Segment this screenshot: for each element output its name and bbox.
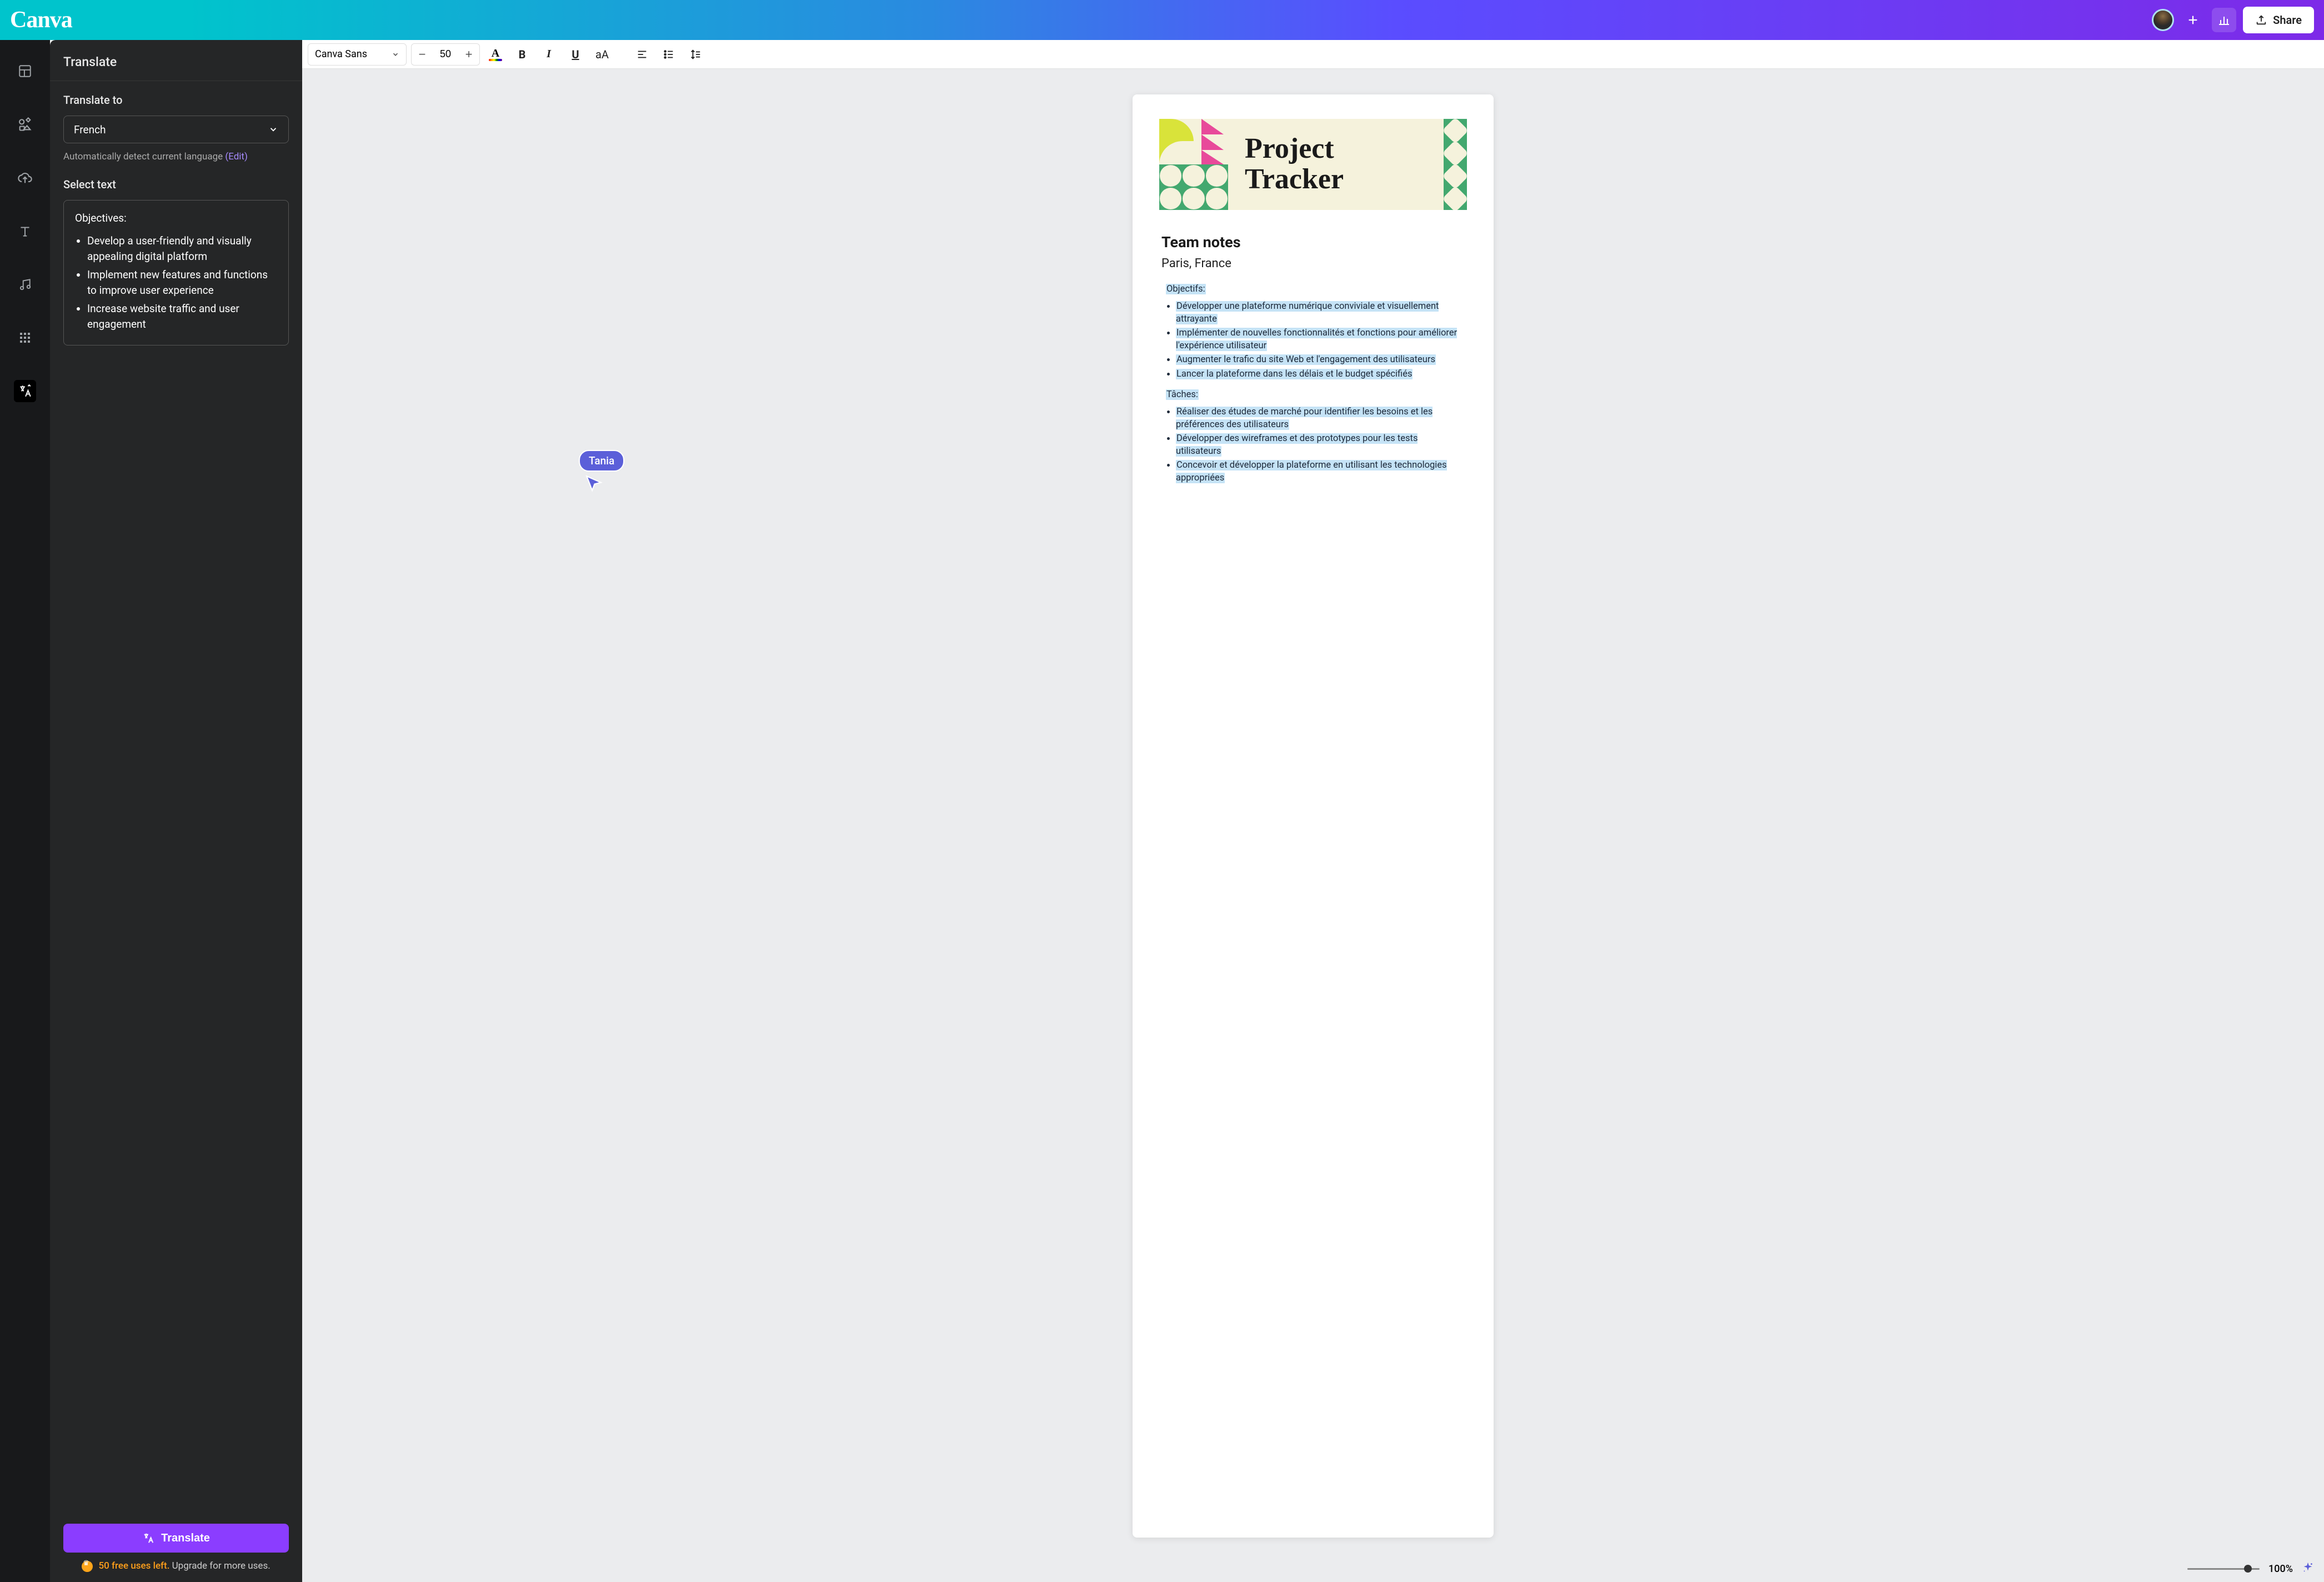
document-page[interactable]: ProjectTracker Team notes Paris, France … [1133,94,1494,1538]
top-nav-bar: Canva Share [0,0,2324,40]
autodetect-edit-link[interactable]: (Edit) [225,151,248,162]
analytics-button[interactable] [2212,8,2236,32]
objective-item: Augmenter le trafic du site Web et l'eng… [1176,353,1460,366]
language-selected-value: French [74,123,106,136]
autodetect-text: Automatically detect current language (E… [63,151,289,162]
rail-translate[interactable] [14,380,36,402]
text-toolbar: Canva Sans − + A B I U aA [302,40,2324,69]
font-size-input[interactable] [433,44,458,65]
free-uses-count: 50 free uses left. [98,1560,169,1571]
translate-button[interactable]: Translate [63,1524,289,1553]
translate-panel: Translate Translate to French Automatica… [50,40,302,1582]
collaborator-cursor: Tania [579,450,624,493]
translate-to-label: Translate to [63,93,289,107]
select-text-label: Select text [63,178,289,191]
upgrade-link[interactable]: Upgrade for more uses. [172,1560,271,1571]
bullet-list-icon [663,48,675,61]
tasks-heading: Tâches: [1166,389,1199,400]
font-family-value: Canva Sans [315,48,367,60]
panel-title: Translate [50,40,302,81]
bold-button[interactable]: B [511,43,533,66]
list-button[interactable] [658,43,680,66]
zoom-control: 100% [2187,1561,2314,1576]
source-item: Develop a user-friendly and visually app… [87,233,277,265]
objective-item: Développer une plateforme numérique conv… [1176,300,1460,326]
bar-chart-icon [2217,13,2231,27]
zoom-level-label[interactable]: 100% [2268,1563,2293,1575]
cursor-pointer-icon [584,474,603,493]
chevron-down-icon [392,51,399,58]
text-icon [18,224,32,238]
underline-button[interactable]: U [564,43,587,66]
avatar[interactable] [2152,9,2174,31]
cloud-upload-icon [17,170,33,186]
align-button[interactable] [631,43,653,66]
chevron-down-icon [268,124,278,134]
spacing-button[interactable] [684,43,707,66]
rail-uploads[interactable] [14,167,36,189]
rail-audio[interactable] [14,273,36,296]
section-heading: Team notes [1161,233,1465,251]
rail-templates[interactable] [14,60,36,82]
line-spacing-icon [689,48,702,61]
sparkle-icon [2302,1561,2314,1574]
templates-icon [18,64,32,78]
zoom-slider-thumb[interactable] [2244,1565,2252,1573]
align-left-icon [636,48,648,61]
rail-text[interactable] [14,220,36,242]
objective-item: Lancer la plateforme dans les délais et … [1176,368,1460,381]
source-item: Implement new features and functions to … [87,267,277,299]
font-family-select[interactable]: Canva Sans [308,43,407,66]
zoom-slider[interactable] [2187,1568,2260,1570]
language-select[interactable]: French [63,116,289,143]
text-color-button[interactable]: A [484,43,507,66]
tool-rail [0,40,50,1582]
collaborator-name-badge: Tania [579,450,624,472]
banner: ProjectTracker [1159,119,1467,210]
objective-item: Implémenter de nouvelles fonctionnalités… [1176,327,1460,352]
upload-icon [2255,14,2267,26]
rail-elements[interactable] [14,113,36,136]
banner-title: ProjectTracker [1228,134,1444,194]
translate-icon [18,384,32,398]
crown-icon [82,1561,93,1572]
font-size-decrease[interactable]: − [412,44,433,65]
task-item: Réaliser des études de marché pour ident… [1176,405,1460,431]
add-member-button[interactable] [2181,8,2205,32]
share-label: Share [2273,13,2302,27]
italic-button[interactable]: I [538,43,560,66]
task-item: Concevoir et développer la plateforme en… [1176,459,1460,484]
banner-decoration-right [1444,119,1467,210]
document-body[interactable]: Objectifs: Développer une plateforme num… [1166,283,1460,484]
plus-icon [2187,14,2199,26]
translate-button-label: Translate [161,1532,210,1545]
source-item: Increase website traffic and user engage… [87,301,277,333]
free-uses-text: 50 free uses left. Upgrade for more uses… [63,1560,289,1572]
magic-button[interactable] [2302,1561,2314,1576]
elements-icon [17,117,33,132]
translate-icon [142,1532,154,1544]
color-spectrum-icon [489,59,502,61]
music-icon [18,277,32,292]
location-text: Paris, France [1161,257,1465,271]
apps-grid-icon [18,331,32,344]
objectives-heading: Objectifs: [1166,284,1206,294]
canva-logo[interactable]: Canva [10,7,72,33]
source-heading: Objectives: [75,211,277,227]
rail-apps[interactable] [14,327,36,349]
task-item: Développer des wireframes et des prototy… [1176,432,1460,458]
text-case-button[interactable]: aA [591,43,613,66]
share-button[interactable]: Share [2243,7,2314,33]
canvas-area: Canva Sans − + A B I U aA [302,40,2324,1582]
banner-decoration-left [1159,119,1228,210]
font-size-increase[interactable]: + [458,44,479,65]
font-size-stepper[interactable]: − + [411,43,480,66]
source-text-box[interactable]: Objectives: Develop a user-friendly and … [63,200,289,346]
